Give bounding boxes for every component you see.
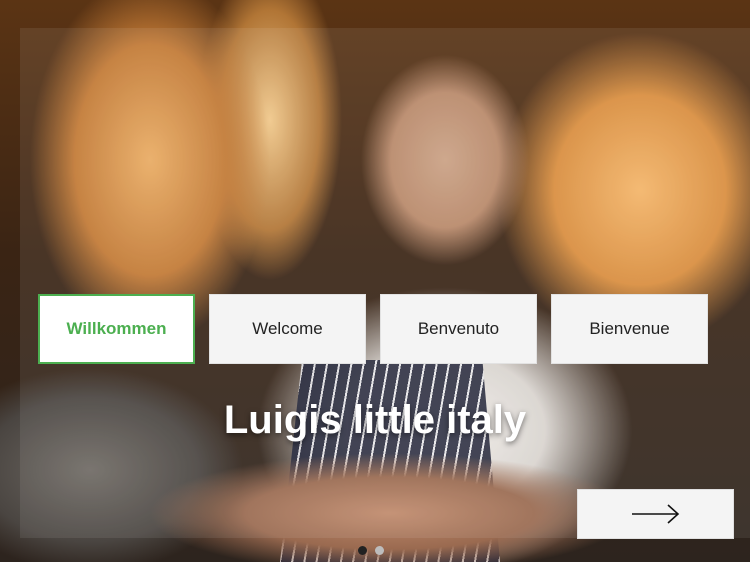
pagination-dot[interactable] bbox=[358, 546, 367, 555]
language-label: Willkommen bbox=[66, 319, 167, 338]
language-label: Benvenuto bbox=[417, 319, 500, 338]
language-label: Welcome bbox=[252, 319, 323, 338]
next-button[interactable] bbox=[577, 489, 734, 539]
language-button-benvenuto[interactable]: Benvenuto bbox=[380, 294, 537, 364]
language-label: Bienvenue bbox=[589, 319, 670, 338]
language-button-bienvenue[interactable]: Bienvenue bbox=[551, 294, 708, 364]
language-button-willkommen[interactable]: Willkommen bbox=[38, 294, 195, 364]
language-button-welcome[interactable]: Welcome bbox=[209, 294, 366, 364]
language-selector: Willkommen Welcome Benvenuto Bienvenue bbox=[38, 294, 708, 364]
page-title: Luigis little italy bbox=[223, 398, 527, 442]
content-overlay bbox=[20, 28, 750, 538]
pagination-dot[interactable] bbox=[375, 546, 384, 555]
pagination-dots bbox=[358, 546, 384, 555]
arrow-right-icon bbox=[631, 504, 679, 524]
